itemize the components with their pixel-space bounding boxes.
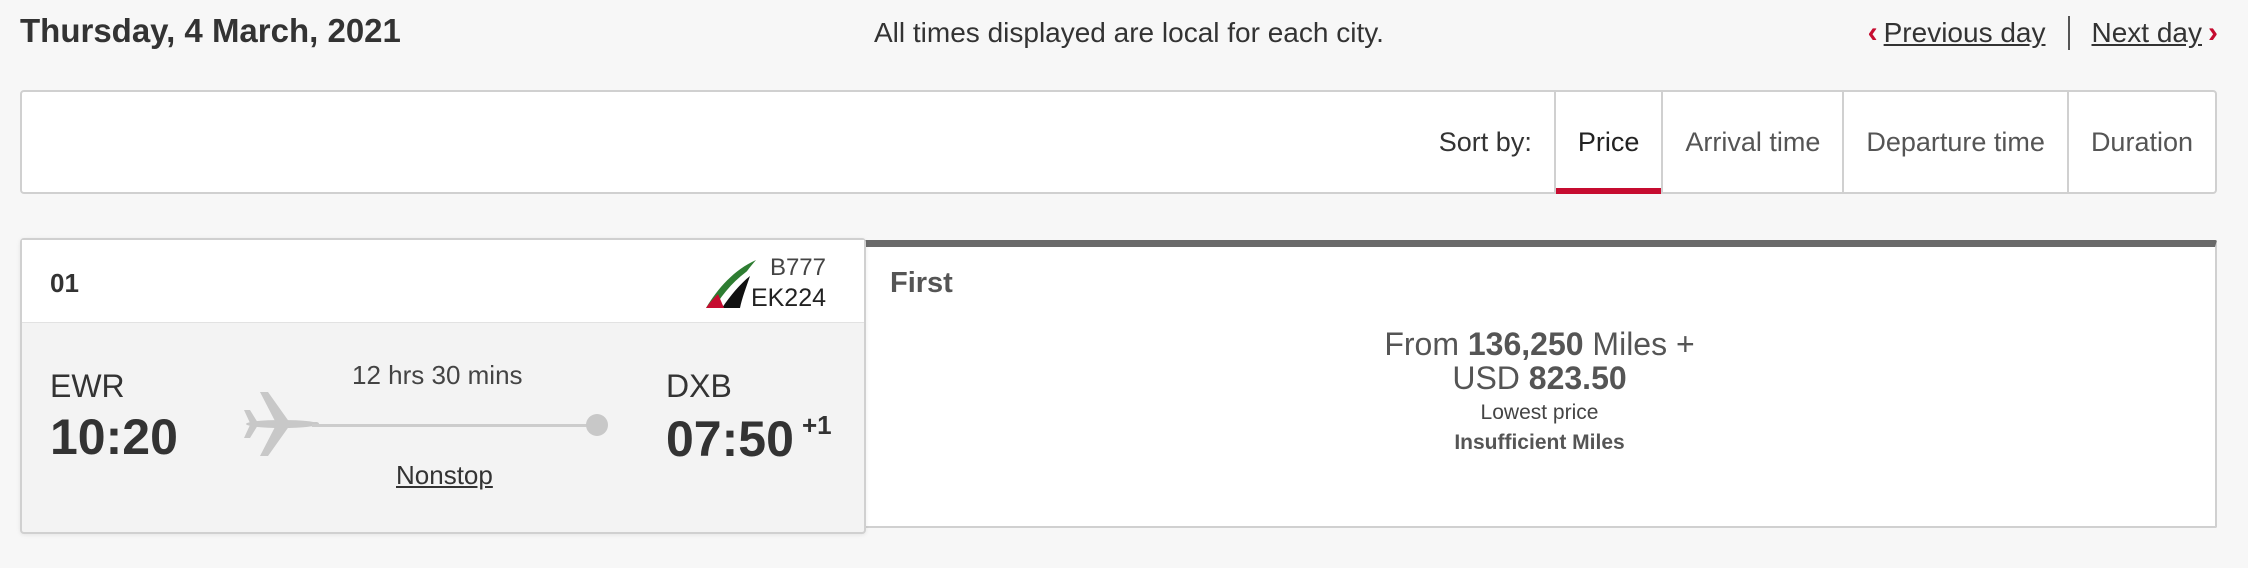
fare-cash-line: USD 823.50 bbox=[864, 361, 2215, 395]
origin-code: EWR bbox=[50, 368, 125, 404]
sort-tab-price[interactable]: Price bbox=[1553, 92, 1662, 194]
flight-card-header: 01 B777 EK224 bbox=[22, 240, 864, 323]
fare-miles: 136,250 bbox=[1467, 326, 1584, 362]
flight-number: 01 bbox=[50, 268, 79, 298]
route-line bbox=[312, 424, 598, 427]
stops-link[interactable]: Nonstop bbox=[396, 460, 493, 491]
chevron-left-icon[interactable]: ‹ bbox=[1868, 16, 1878, 50]
chevron-right-icon[interactable]: › bbox=[2208, 16, 2218, 50]
sort-tab-departure-time[interactable]: Departure time bbox=[1842, 92, 2067, 192]
currency: USD bbox=[1452, 360, 1520, 396]
day-offset: +1 bbox=[802, 410, 832, 440]
sort-label: Sort by: bbox=[1438, 126, 1532, 157]
miles-label: Miles + bbox=[1592, 326, 1695, 362]
sort-bar: Sort by: Price Arrival time Departure ti… bbox=[20, 90, 2217, 194]
day-navigation: ‹ Previous day Next day › bbox=[1868, 16, 2218, 50]
sort-tab-arrival-time[interactable]: Arrival time bbox=[1661, 92, 1842, 192]
sort-tab-duration[interactable]: Duration bbox=[2066, 92, 2215, 192]
fare-cash: 823.50 bbox=[1528, 360, 1627, 396]
arrival-time: 07:50 bbox=[666, 411, 794, 467]
from-label: From bbox=[1384, 326, 1459, 362]
departure-time: 10:20 bbox=[50, 409, 178, 465]
plane-icon bbox=[244, 392, 319, 456]
date-title: Thursday, 4 March, 2021 bbox=[20, 12, 401, 49]
flight-card: 01 B777 EK224 EWR 10:20 12 hrs 30 mins N… bbox=[20, 238, 866, 534]
nav-divider bbox=[2067, 16, 2070, 50]
fare-block: From 136,250 Miles + USD 823.50 Lowest p… bbox=[864, 327, 2215, 455]
aircraft-type: B777 bbox=[769, 254, 826, 281]
lowest-price-label: Lowest price bbox=[1480, 401, 1599, 424]
route-end-dot bbox=[586, 414, 608, 436]
flight-duration: 12 hrs 30 mins bbox=[352, 360, 523, 390]
cabin-name: First bbox=[890, 267, 953, 299]
next-day-link[interactable]: Next day bbox=[2092, 17, 2203, 49]
destination-code: DXB bbox=[666, 368, 732, 404]
previous-day-link[interactable]: Previous day bbox=[1884, 17, 2046, 49]
times-note: All times displayed are local for each c… bbox=[874, 17, 1384, 48]
airline-logo bbox=[706, 260, 756, 308]
fare-panel-first[interactable]: First From 136,250 Miles + USD 823.50 Lo… bbox=[862, 240, 2217, 528]
flight-code: EK224 bbox=[750, 284, 826, 312]
insufficient-miles-label: Insufficient Miles bbox=[1454, 431, 1625, 454]
fare-miles-line: From 136,250 Miles + bbox=[864, 327, 2215, 361]
